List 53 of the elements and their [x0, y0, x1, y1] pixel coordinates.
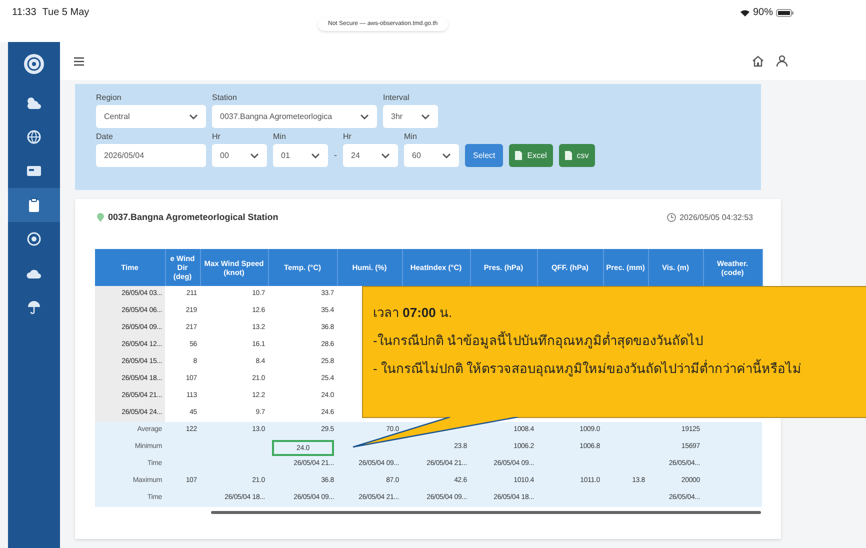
hour-select[interactable]: 00 [212, 144, 267, 167]
sidebar-item[interactable] [8, 188, 60, 222]
clipboard-icon [28, 198, 40, 212]
field-label: Date [96, 131, 114, 141]
field-label: Min [273, 131, 287, 141]
status-date: Tue 5 May [42, 6, 90, 20]
wifi-icon [740, 8, 750, 16]
date-field[interactable]: 2026/05/04 [96, 144, 206, 167]
minute-select[interactable]: 60 [404, 144, 459, 167]
hour-select[interactable]: 24 [343, 144, 398, 167]
chevron-down-icon [189, 114, 198, 120]
station-title: 0037.Bangna Agrometeorlogical Station [108, 210, 278, 224]
callout-text: -ในกรณีปกติ นำข้อมูลนี้ไปบันทึกอุณหภูมิต่ำสุดของวันถัดไป [373, 333, 704, 349]
chevron-down-icon [381, 152, 390, 158]
select-button[interactable]: Select [465, 144, 504, 167]
station-select[interactable]: 0037.Bangna Agrometeorlogica [212, 105, 377, 128]
field-label: Hr [343, 131, 352, 141]
field-label: Hr [212, 131, 222, 141]
status-time: 11:33 [12, 6, 36, 20]
globe-icon [27, 130, 41, 144]
pin-icon [97, 213, 104, 222]
chevron-down-icon [421, 114, 430, 120]
logo-icon [23, 53, 45, 75]
field-label: Station [212, 92, 238, 102]
field-label: Interval [383, 92, 410, 102]
battery-percent: 90% [752, 6, 773, 20]
cloud-icon [26, 268, 42, 278]
target-icon [27, 232, 41, 246]
callout-text: - ในกรณีไม่ปกติ ให้ตรวจสอบอุณหภูมิใหม่ของวันถัดไปว่ามีต่ำกว่าค่านี้หรือไม่ [373, 361, 803, 377]
chevron-down-icon [360, 114, 369, 120]
home-icon[interactable] [752, 55, 764, 67]
chevron-down-icon [442, 152, 451, 158]
field-label: Min [404, 131, 418, 141]
minute-select[interactable]: 01 [273, 144, 328, 167]
clock-icon [666, 213, 676, 222]
chevron-down-icon [311, 152, 320, 158]
field-label: Region [96, 92, 122, 102]
interval-select[interactable]: 3hr [383, 105, 438, 128]
user-icon[interactable] [776, 55, 788, 67]
updated-time: 2026/05/05 04:32:53 [680, 212, 753, 224]
chevron-down-icon [250, 152, 259, 158]
export-button[interactable]: csv [558, 144, 595, 167]
export-button[interactable]: Excel [509, 144, 553, 167]
region-select[interactable]: Central [96, 105, 206, 128]
scrollbar[interactable] [211, 511, 761, 514]
battery-icon [776, 8, 794, 16]
document-icon [564, 151, 572, 160]
menu-icon[interactable] [74, 56, 84, 66]
document-icon [515, 151, 522, 160]
card-icon [26, 165, 42, 177]
callout-text: เวลา 07:00 น. [373, 305, 454, 321]
range-separator: - [334, 148, 337, 162]
umbrella-icon [27, 300, 41, 314]
